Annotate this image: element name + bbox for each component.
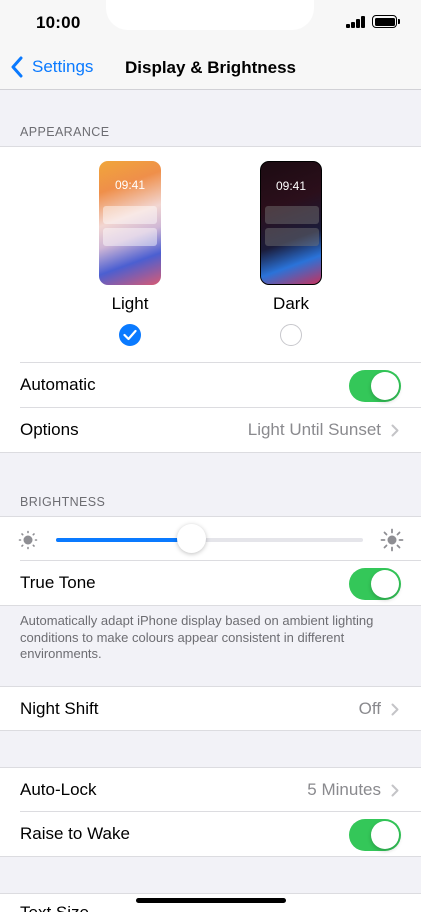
- status-bar: 10:00: [0, 0, 421, 46]
- raise-to-wake-toggle[interactable]: [349, 819, 401, 851]
- dark-mode-label: Dark: [273, 294, 309, 313]
- notch: [106, 0, 314, 30]
- checkmark-icon: [123, 329, 137, 341]
- dark-preview-time: 09:41: [275, 179, 307, 193]
- auto-lock-label: Auto-Lock: [20, 780, 97, 799]
- night-shift-label: Night Shift: [20, 699, 99, 718]
- true-tone-footnote: Automatically adapt iPhone display based…: [20, 613, 374, 661]
- brightness-high-icon: [380, 528, 404, 552]
- chevron-right-icon: [391, 784, 399, 797]
- text-size-label[interactable]: Text Size: [20, 903, 89, 912]
- navigation-bar: Settings Display & Brightness: [0, 46, 421, 90]
- settings-screen: 10:00 Settings Display & Brightness APPE…: [0, 0, 421, 912]
- light-mode-radio[interactable]: [119, 324, 141, 346]
- automatic-label: Automatic: [20, 375, 96, 394]
- automatic-toggle[interactable]: [349, 370, 401, 402]
- auto-lock-value: 5 Minutes: [307, 780, 381, 799]
- chevron-right-icon: [391, 703, 399, 716]
- dark-mode-preview[interactable]: 09:41: [260, 161, 322, 285]
- home-indicator[interactable]: [136, 898, 286, 903]
- status-time: 10:00: [36, 13, 81, 32]
- brightness-low-icon: [18, 530, 38, 550]
- options-label: Options: [20, 420, 79, 439]
- chevron-right-icon: [391, 424, 399, 437]
- auto-lock-row[interactable]: Auto-Lock 5 Minutes: [0, 768, 421, 813]
- light-mode-preview[interactable]: 09:41: [99, 161, 161, 285]
- automatic-row: Automatic: [0, 363, 421, 408]
- true-tone-label: True Tone: [20, 573, 96, 592]
- appearance-header: APPEARANCE: [20, 125, 110, 139]
- raise-to-wake-label: Raise to Wake: [20, 824, 130, 843]
- options-row[interactable]: Options Light Until Sunset: [0, 408, 421, 453]
- page-title: Display & Brightness: [125, 58, 296, 77]
- brightness-header: BRIGHTNESS: [20, 495, 106, 509]
- true-tone-row: True Tone: [0, 561, 421, 606]
- night-shift-value: Off: [358, 699, 381, 718]
- battery-icon: [372, 15, 400, 28]
- brightness-slider-knob[interactable]: [176, 524, 206, 553]
- light-preview-time: 09:41: [114, 178, 146, 192]
- night-shift-row[interactable]: Night Shift Off: [0, 687, 421, 732]
- brightness-slider-fill: [56, 538, 192, 542]
- raise-to-wake-row: Raise to Wake: [0, 812, 421, 857]
- options-value: Light Until Sunset: [247, 420, 381, 439]
- dark-mode-radio[interactable]: [280, 324, 302, 346]
- brightness-slider-track[interactable]: [56, 538, 363, 542]
- true-tone-toggle[interactable]: [349, 568, 401, 600]
- light-mode-label: Light: [111, 294, 149, 313]
- signal-icon: [346, 16, 366, 28]
